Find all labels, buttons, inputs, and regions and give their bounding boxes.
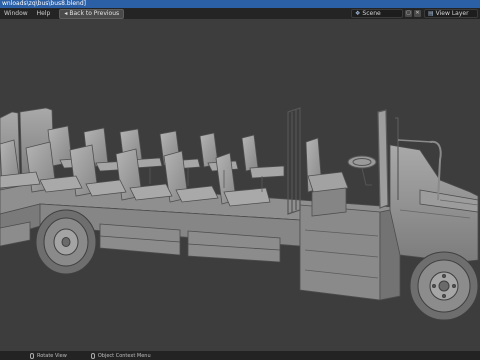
close-icon[interactable]: ✕ <box>414 10 421 17</box>
back-to-previous-label: Back to Previous <box>69 9 120 17</box>
view-layer-selector[interactable]: ▤ View Layer <box>424 9 478 18</box>
view-layer-name: View Layer <box>435 10 469 17</box>
scene-name: Scene <box>362 10 381 17</box>
status-bar: Rotate View Object Context Menu <box>0 351 480 360</box>
back-arrow-icon: ◂ <box>64 9 68 17</box>
steering-wheel <box>347 155 377 186</box>
menu-window[interactable]: Window <box>4 8 28 19</box>
rear-wheel <box>35 209 97 275</box>
driver-seat <box>305 137 349 217</box>
status-object-context-menu: Object Context Menu <box>90 352 151 359</box>
status-rotate-view: Rotate View <box>30 352 67 359</box>
mouse-icon <box>90 352 95 359</box>
front-wheel <box>409 251 479 321</box>
window-title: wnloads\zq\bus\bus8.blend] <box>2 0 86 7</box>
scene-icon: ❖ <box>355 10 361 17</box>
status-object-context-menu-label: Object Context Menu <box>97 352 151 359</box>
top-menu-bar: Window Help ◂ Back to Previous ❖ Scene ▢… <box>0 8 480 19</box>
scene-selector-group: ❖ Scene ▢ ✕ ▤ View Layer <box>348 9 478 18</box>
window-title-bar: wnloads\zq\bus\bus8.blend] <box>0 0 480 8</box>
mouse-icon <box>30 352 34 359</box>
cab-partition <box>287 107 301 215</box>
scene-selector[interactable]: ❖ Scene <box>351 9 403 18</box>
new-scene-icon[interactable]: ▢ <box>405 10 412 17</box>
menu-help[interactable]: Help <box>37 8 51 19</box>
status-rotate-view-label: Rotate View <box>37 352 67 359</box>
view-layer-icon: ▤ <box>428 10 434 17</box>
bus-model-render <box>0 107 479 321</box>
3d-viewport[interactable] <box>0 19 480 351</box>
back-to-previous-button[interactable]: ◂ Back to Previous <box>59 8 125 19</box>
